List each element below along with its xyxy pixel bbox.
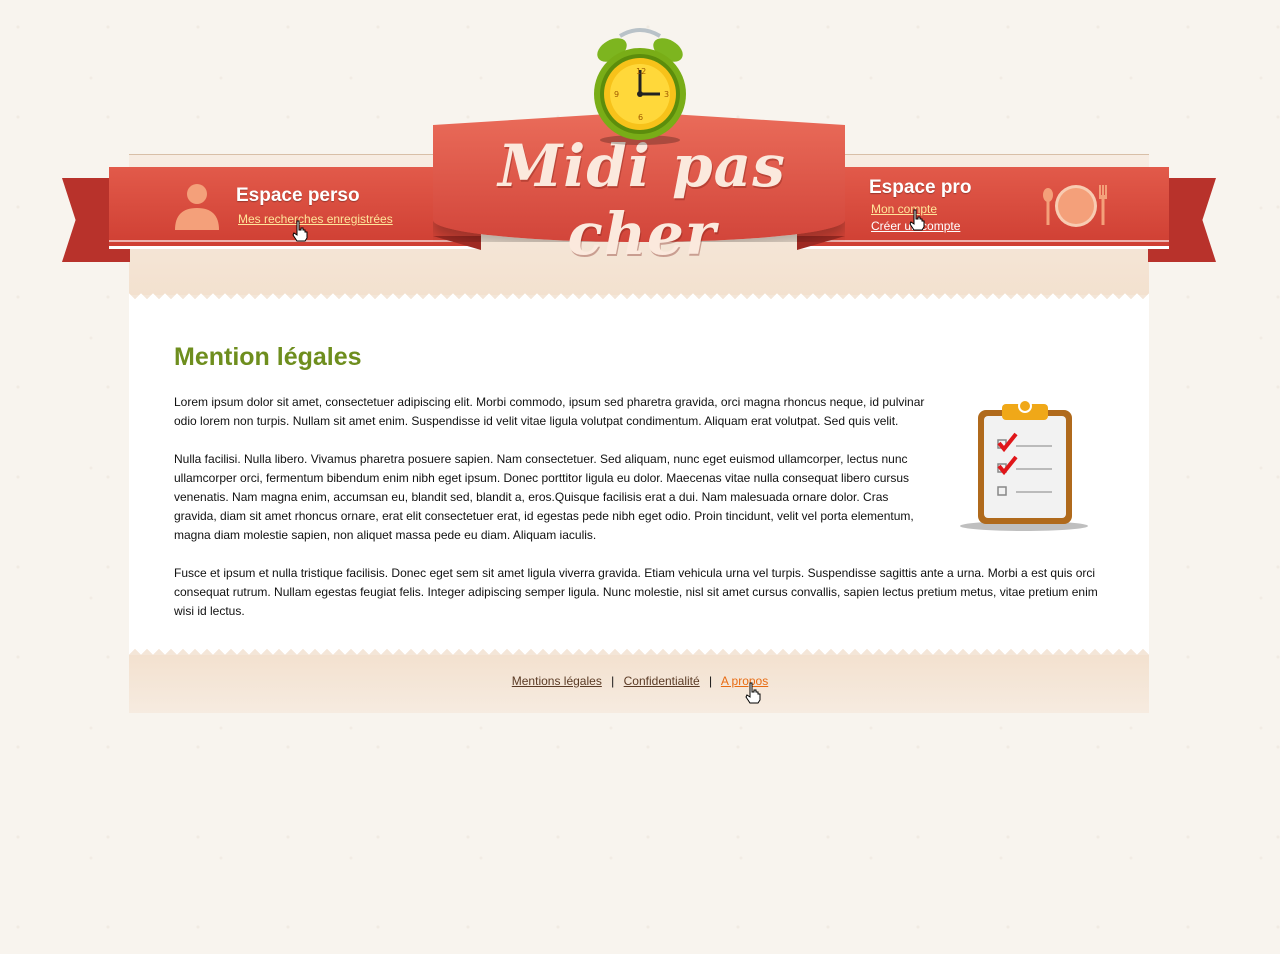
svg-text:9: 9 — [614, 90, 619, 99]
saved-searches-link[interactable]: Mes recherches enregistrées — [238, 212, 393, 226]
svg-text:6: 6 — [638, 113, 643, 122]
paragraph-2: Nulla facilisi. Nulla libero. Vivamus ph… — [174, 452, 914, 542]
paragraph-3: Fusce et ipsum et nulla tristique facili… — [174, 566, 1098, 618]
espace-pro-title: Espace pro — [869, 177, 972, 198]
user-icon — [175, 184, 219, 230]
my-account-link[interactable]: Mon compte — [871, 202, 937, 216]
zigzag-divider-bottom — [129, 643, 1149, 655]
footer-links: Mentions légales | Confidentialité | A p… — [0, 674, 1280, 688]
alarm-clock-icon: 12 3 6 9 — [594, 28, 686, 145]
espace-pro-ribbon — [797, 167, 1169, 249]
footer-link-mentions[interactable]: Mentions légales — [512, 674, 602, 688]
hand-cursor-icon — [909, 209, 925, 231]
footer-separator: | — [611, 674, 615, 688]
footer-link-confidentialite[interactable]: Confidentialité — [624, 674, 700, 688]
footer-separator: | — [709, 674, 713, 688]
page-title: Mention légales — [174, 343, 362, 371]
clipboard-checklist-icon — [960, 399, 1088, 531]
espace-perso-title: Espace perso — [236, 185, 360, 206]
svg-text:12: 12 — [636, 67, 646, 76]
hand-cursor-icon — [292, 220, 308, 242]
hand-cursor-icon — [745, 682, 761, 704]
site-logo[interactable]: Midi pas cher — [462, 132, 822, 268]
paragraph-1: Lorem ipsum dolor sit amet, consectetuer… — [174, 395, 925, 428]
plate-cutlery-icon — [1043, 185, 1107, 227]
svg-text:3: 3 — [664, 90, 669, 99]
